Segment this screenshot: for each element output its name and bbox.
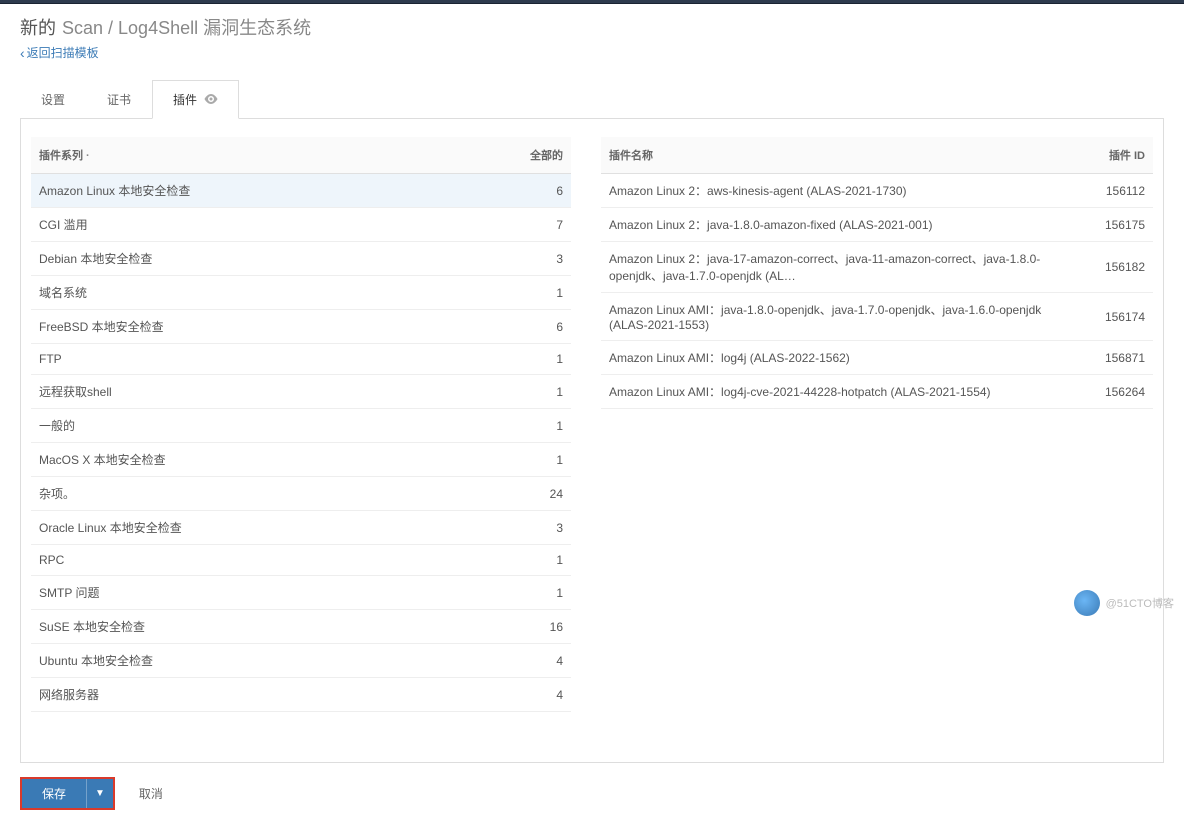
table-row[interactable]: RPC1 <box>31 545 571 576</box>
col-plugin-id-header[interactable]: 插件 ID <box>1073 137 1153 174</box>
tab-label: 插件 <box>173 93 197 107</box>
table-row[interactable]: MacOS X 本地安全检查1 <box>31 443 571 477</box>
table-row[interactable]: SMTP 问题1 <box>31 576 571 610</box>
table-row[interactable]: Oracle Linux 本地安全检查3 <box>31 511 571 545</box>
table-row[interactable]: Ubuntu 本地安全检查4 <box>31 644 571 678</box>
table-row[interactable]: SuSE 本地安全检查16 <box>31 610 571 644</box>
plugin-name-cell: Amazon Linux AMI：java-1.8.0-openjdk、java… <box>601 293 1073 341</box>
family-cell: Oracle Linux 本地安全检查 <box>31 511 501 545</box>
page-title-prefix: 新的 <box>20 14 56 40</box>
count-cell: 6 <box>501 174 571 208</box>
tab-plugins[interactable]: 插件 <box>152 80 239 119</box>
family-cell: SuSE 本地安全检查 <box>31 610 501 644</box>
plugin-id-cell: 156182 <box>1073 242 1153 293</box>
count-cell: 6 <box>501 310 571 344</box>
family-cell: 一般的 <box>31 409 501 443</box>
plugin-id-cell: 156871 <box>1073 341 1153 375</box>
count-cell: 3 <box>501 511 571 545</box>
count-cell: 1 <box>501 443 571 477</box>
count-cell: 4 <box>501 678 571 712</box>
family-cell: SMTP 问题 <box>31 576 501 610</box>
tab-label: 证书 <box>107 93 131 107</box>
plugin-id-cell: 156174 <box>1073 293 1153 341</box>
table-row[interactable]: Amazon Linux AMI：log4j (ALAS-2022-1562)1… <box>601 341 1153 375</box>
table-row[interactable]: FreeBSD 本地安全检查6 <box>31 310 571 344</box>
watermark: @51CTO博客 <box>1074 590 1174 616</box>
col-family-header[interactable]: 插件系列 <box>31 137 501 174</box>
family-cell: 域名系统 <box>31 276 501 310</box>
cancel-link[interactable]: 取消 <box>139 785 163 802</box>
count-cell: 1 <box>501 576 571 610</box>
table-row[interactable]: Amazon Linux 2：java-17-amazon-correct、ja… <box>601 242 1153 293</box>
table-row[interactable]: 杂项。24 <box>31 477 571 511</box>
page-title-main: Scan / Log4Shell 漏洞生态系统 <box>62 14 311 40</box>
plugin-name-cell: Amazon Linux 2：java-1.8.0-amazon-fixed (… <box>601 208 1073 242</box>
count-cell: 24 <box>501 477 571 511</box>
table-row[interactable]: Amazon Linux AMI：log4j-cve-2021-44228-ho… <box>601 375 1153 409</box>
family-cell: Amazon Linux 本地安全检查 <box>31 174 501 208</box>
tab-certificates[interactable]: 证书 <box>86 80 152 119</box>
plugin-name-cell: Amazon Linux AMI：log4j (ALAS-2022-1562) <box>601 341 1073 375</box>
table-row[interactable]: 远程获取shell1 <box>31 375 571 409</box>
family-cell: 网络服务器 <box>31 678 501 712</box>
tab-settings[interactable]: 设置 <box>20 80 86 119</box>
back-link[interactable]: 返回扫描模板 <box>20 44 99 61</box>
family-cell: MacOS X 本地安全检查 <box>31 443 501 477</box>
family-cell: 远程获取shell <box>31 375 501 409</box>
count-cell: 7 <box>501 208 571 242</box>
sort-indicator-icon <box>83 150 90 162</box>
save-button[interactable]: 保存 <box>22 779 87 808</box>
count-cell: 1 <box>501 344 571 375</box>
family-cell: CGI 滥用 <box>31 208 501 242</box>
chevron-down-icon: ▼ <box>95 788 105 799</box>
count-cell: 1 <box>501 409 571 443</box>
count-cell: 4 <box>501 644 571 678</box>
family-cell: Debian 本地安全检查 <box>31 242 501 276</box>
count-cell: 16 <box>501 610 571 644</box>
table-row[interactable]: 域名系统1 <box>31 276 571 310</box>
save-dropdown-caret[interactable]: ▼ <box>87 779 113 808</box>
plugin-name-cell: Amazon Linux 2：aws-kinesis-agent (ALAS-2… <box>601 174 1073 208</box>
back-link-label: 返回扫描模板 <box>27 44 99 61</box>
col-plugin-name-header[interactable]: 插件名称 <box>601 137 1073 174</box>
tabs-bar: 设置 证书 插件 <box>20 79 1164 119</box>
count-cell: 3 <box>501 242 571 276</box>
count-cell: 1 <box>501 276 571 310</box>
col-count-header[interactable]: 全部的 <box>501 137 571 174</box>
table-row[interactable]: Amazon Linux 本地安全检查6 <box>31 174 571 208</box>
eye-icon <box>204 93 218 107</box>
table-row[interactable]: CGI 滥用7 <box>31 208 571 242</box>
tab-label: 设置 <box>41 93 65 107</box>
count-cell: 1 <box>501 545 571 576</box>
plugin-id-cell: 156175 <box>1073 208 1153 242</box>
plugin-id-cell: 156264 <box>1073 375 1153 409</box>
plugin-name-cell: Amazon Linux AMI：log4j-cve-2021-44228-ho… <box>601 375 1073 409</box>
table-row[interactable]: Amazon Linux 2：java-1.8.0-amazon-fixed (… <box>601 208 1153 242</box>
count-cell: 1 <box>501 375 571 409</box>
table-row[interactable]: Debian 本地安全检查3 <box>31 242 571 276</box>
plugin-id-cell: 156112 <box>1073 174 1153 208</box>
family-cell: FTP <box>31 344 501 375</box>
family-cell: 杂项。 <box>31 477 501 511</box>
table-row[interactable]: 一般的1 <box>31 409 571 443</box>
table-row[interactable]: 网络服务器4 <box>31 678 571 712</box>
plugin-detail-table: 插件名称 插件 ID Amazon Linux 2：aws-kinesis-ag… <box>601 137 1153 409</box>
logo-icon <box>1074 590 1100 616</box>
table-row[interactable]: Amazon Linux AMI：java-1.8.0-openjdk、java… <box>601 293 1153 341</box>
family-cell: FreeBSD 本地安全检查 <box>31 310 501 344</box>
family-cell: RPC <box>31 545 501 576</box>
plugin-name-cell: Amazon Linux 2：java-17-amazon-correct、ja… <box>601 242 1073 293</box>
table-row[interactable]: Amazon Linux 2：aws-kinesis-agent (ALAS-2… <box>601 174 1153 208</box>
save-button-group: 保存 ▼ <box>20 777 115 810</box>
table-row[interactable]: FTP1 <box>31 344 571 375</box>
family-cell: Ubuntu 本地安全检查 <box>31 644 501 678</box>
